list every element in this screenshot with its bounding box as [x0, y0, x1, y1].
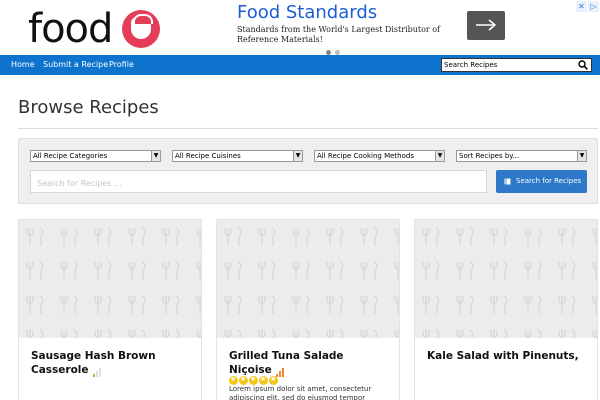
recipe-card[interactable]: Sausage Hash Brown Casserole	[18, 219, 202, 400]
ad-text: Standards from the World's Largest Distr…	[237, 25, 441, 44]
nav-item-submit-recipe[interactable]: Submit a Recipe	[43, 55, 108, 75]
arrow-right-icon[interactable]	[467, 11, 505, 40]
cooking-method-select-value: All Recipe Cooking Methods	[317, 152, 414, 160]
nav-item-profile[interactable]: Profile	[109, 55, 134, 75]
page-title: Browse Recipes	[18, 97, 159, 118]
sort-select-value: Sort Recipes by...	[459, 152, 520, 160]
recipe-card[interactable]: Grilled Tuna Salade Niçoise Lorem ipsum …	[216, 219, 400, 400]
site-header: food Food Standards Standards from the W…	[0, 0, 600, 55]
star-icon	[239, 375, 248, 385]
recipe-title-text: Kale Salad with Pinenuts,	[427, 350, 579, 362]
star-icon	[229, 375, 238, 385]
search-icon[interactable]	[578, 60, 588, 70]
star-icon	[249, 375, 258, 385]
difficulty-easy-icon	[92, 363, 102, 377]
category-select[interactable]: All Recipe Categories ▼	[30, 150, 161, 162]
title-divider	[18, 128, 598, 129]
chevron-down-icon: ▼	[435, 151, 444, 161]
recipe-title[interactable]: Kale Salad with Pinenuts,	[427, 349, 587, 363]
recipe-search-box	[30, 170, 487, 194]
sort-select[interactable]: Sort Recipes by... ▼	[456, 150, 587, 162]
nav-search-input[interactable]	[444, 59, 572, 71]
recipe-title[interactable]: Sausage Hash Brown Casserole	[31, 349, 191, 377]
search-recipes-button-label: Search for Recipes	[516, 177, 582, 185]
recipe-card[interactable]: Kale Salad with Pinenuts,	[414, 219, 598, 400]
nav-item-home[interactable]: Home	[11, 55, 35, 75]
cuisine-select[interactable]: All Recipe Cuisines ▼	[172, 150, 303, 162]
recipe-image-placeholder[interactable]	[19, 220, 201, 338]
book-icon	[504, 178, 511, 185]
ad-info-icon[interactable]: ▷	[588, 1, 599, 12]
recipe-image-placeholder[interactable]	[217, 220, 399, 338]
cuisine-select-value: All Recipe Cuisines	[175, 152, 241, 160]
recipe-search-input[interactable]	[31, 173, 486, 194]
site-logo[interactable]: food	[28, 6, 168, 52]
main-nav: Home Submit a Recipe Profile	[0, 55, 600, 75]
recipe-filter-panel: All Recipe Categories ▼ All Recipe Cuisi…	[18, 138, 598, 204]
ad-carousel-dots	[326, 40, 344, 55]
logo-text: food	[28, 6, 113, 52]
ad-close-icon[interactable]: ✕	[576, 1, 587, 12]
search-recipes-button[interactable]: Search for Recipes	[496, 170, 587, 193]
cooking-method-select[interactable]: All Recipe Cooking Methods ▼	[314, 150, 445, 162]
chef-hat-logo-icon	[122, 10, 160, 48]
rating-stars	[229, 370, 279, 385]
star-icon	[269, 375, 278, 385]
chevron-down-icon: ▼	[293, 151, 302, 161]
chevron-down-icon: ▼	[577, 151, 586, 161]
nav-search-box	[441, 58, 592, 72]
star-icon	[259, 375, 268, 385]
recipe-image-placeholder[interactable]	[415, 220, 597, 338]
recipe-description: Lorem ipsum dolor sit amet, consectetur …	[229, 385, 372, 400]
ad-banner[interactable]: Food Standards Standards from the World'…	[222, 0, 599, 55]
ad-title[interactable]: Food Standards	[237, 2, 377, 23]
chevron-down-icon: ▼	[151, 151, 160, 161]
category-select-value: All Recipe Categories	[33, 152, 108, 160]
